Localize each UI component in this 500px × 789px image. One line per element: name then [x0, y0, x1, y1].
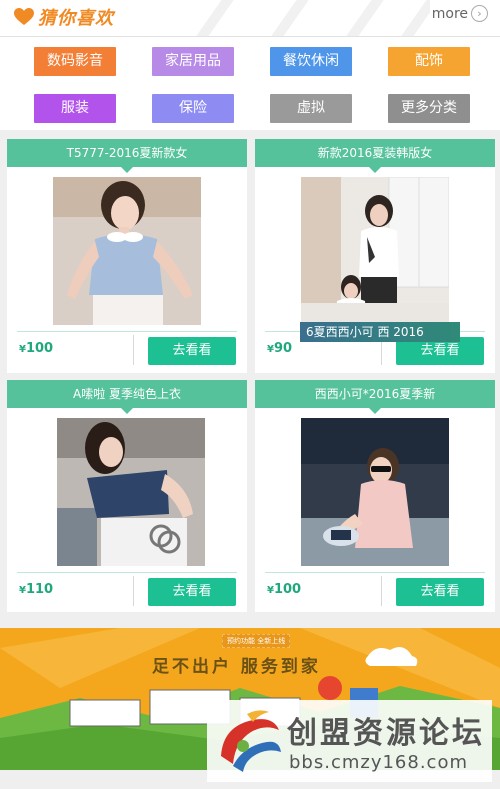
product-price: ¥100	[267, 582, 302, 597]
header-decoration	[190, 0, 430, 36]
category-button-virtual[interactable]: 虚拟	[270, 94, 352, 123]
watermark: 创盟资源论坛 bbs.cmzy168.com	[207, 700, 492, 782]
view-button[interactable]: 去看看	[396, 578, 484, 606]
category-button-digital[interactable]: 数码影音	[34, 47, 116, 76]
watermark-name: 创盟资源论坛	[287, 716, 485, 751]
divider	[381, 576, 382, 606]
overlay-marquee-text: 6夏西西小可 西 2016	[300, 322, 460, 342]
product-card[interactable]: T5777-2016夏新款女 ¥100 去看看	[7, 139, 247, 373]
view-button[interactable]: 去看看	[148, 578, 236, 606]
chevron-right-icon[interactable]: ›	[471, 5, 488, 22]
banner-slogan: 足不出户 服务到家	[152, 657, 321, 677]
product-image[interactable]	[301, 418, 449, 566]
category-button-clothing[interactable]: 服装	[34, 94, 116, 123]
category-button-more[interactable]: 更多分类	[388, 94, 470, 123]
product-price: ¥110	[19, 582, 54, 597]
category-button-food[interactable]: 餐饮休闲	[270, 47, 352, 76]
category-grid: 数码影音 家居用品 餐饮休闲 配饰 服装 保险 虚拟 更多分类	[0, 36, 500, 130]
divider	[17, 572, 237, 573]
product-title: T5777-2016夏新款女	[7, 139, 247, 173]
category-button-accessories[interactable]: 配饰	[388, 47, 470, 76]
product-price: ¥100	[19, 341, 54, 356]
product-card[interactable]: 西西小可*2016夏季新 ¥100 去看看	[255, 380, 495, 612]
product-title: 新款2016夏装韩版女	[255, 139, 495, 173]
category-button-home[interactable]: 家居用品	[152, 47, 234, 76]
product-card[interactable]: A嗦啦 夏季纯色上衣 ¥110 去看看	[7, 380, 247, 612]
section-header: 猜你喜欢 more ›	[0, 0, 500, 36]
product-image[interactable]	[57, 418, 205, 566]
divider	[17, 331, 237, 332]
product-title: 西西小可*2016夏季新	[255, 380, 495, 414]
forum-logo	[221, 710, 281, 772]
product-price: ¥90	[267, 341, 293, 356]
product-image[interactable]	[301, 177, 449, 325]
divider	[133, 576, 134, 606]
divider	[133, 335, 134, 365]
view-button[interactable]: 去看看	[148, 337, 236, 365]
more-link[interactable]: more	[432, 6, 468, 22]
watermark-url: bbs.cmzy168.com	[289, 752, 469, 773]
product-image[interactable]	[53, 177, 201, 325]
category-button-insurance[interactable]: 保险	[152, 94, 234, 123]
banner-tag: 预约功能 全新上线	[222, 634, 291, 648]
product-title: A嗦啦 夏季纯色上衣	[7, 380, 247, 414]
heart-icon	[14, 8, 34, 25]
divider	[265, 572, 485, 573]
section-title: 猜你喜欢	[38, 8, 114, 29]
page: 猜你喜欢 more › 数码影音 家居用品 餐饮休闲 配饰 服装 保险 虚拟 更…	[0, 0, 500, 789]
